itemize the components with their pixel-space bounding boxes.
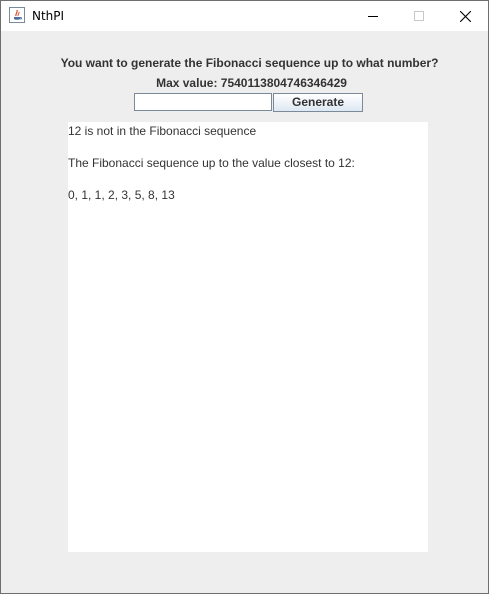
max-value-row: Max value: 7540113804746346429 [1, 76, 489, 90]
max-value-label: Max value: [156, 76, 218, 90]
close-button[interactable] [442, 1, 488, 31]
max-value: 7540113804746346429 [220, 76, 347, 90]
java-icon [9, 7, 25, 23]
result-message: 12 is not in the Fibonacci sequence [68, 124, 257, 138]
minimize-icon [368, 16, 378, 17]
sequence-values: 0, 1, 1, 2, 3, 5, 8, 13 [68, 188, 175, 202]
title-bar[interactable]: NthPI [1, 1, 488, 31]
window-title: NthPI [32, 9, 65, 23]
number-input[interactable] [134, 93, 272, 111]
prompt-label: You want to generate the Fibonacci seque… [60, 56, 439, 70]
generate-button[interactable]: Generate [273, 93, 363, 112]
sequence-heading: The Fibonacci sequence up to the value c… [68, 156, 355, 170]
maximize-button[interactable] [396, 1, 442, 31]
maximize-icon [414, 11, 424, 21]
minimize-button[interactable] [350, 1, 396, 31]
app-window: NthPI You want to generate the Fibonacci… [0, 0, 489, 594]
content-panel: You want to generate the Fibonacci seque… [1, 31, 488, 593]
close-icon [459, 10, 471, 22]
output-text-area[interactable]: 12 is not in the Fibonacci sequence The … [68, 122, 428, 552]
